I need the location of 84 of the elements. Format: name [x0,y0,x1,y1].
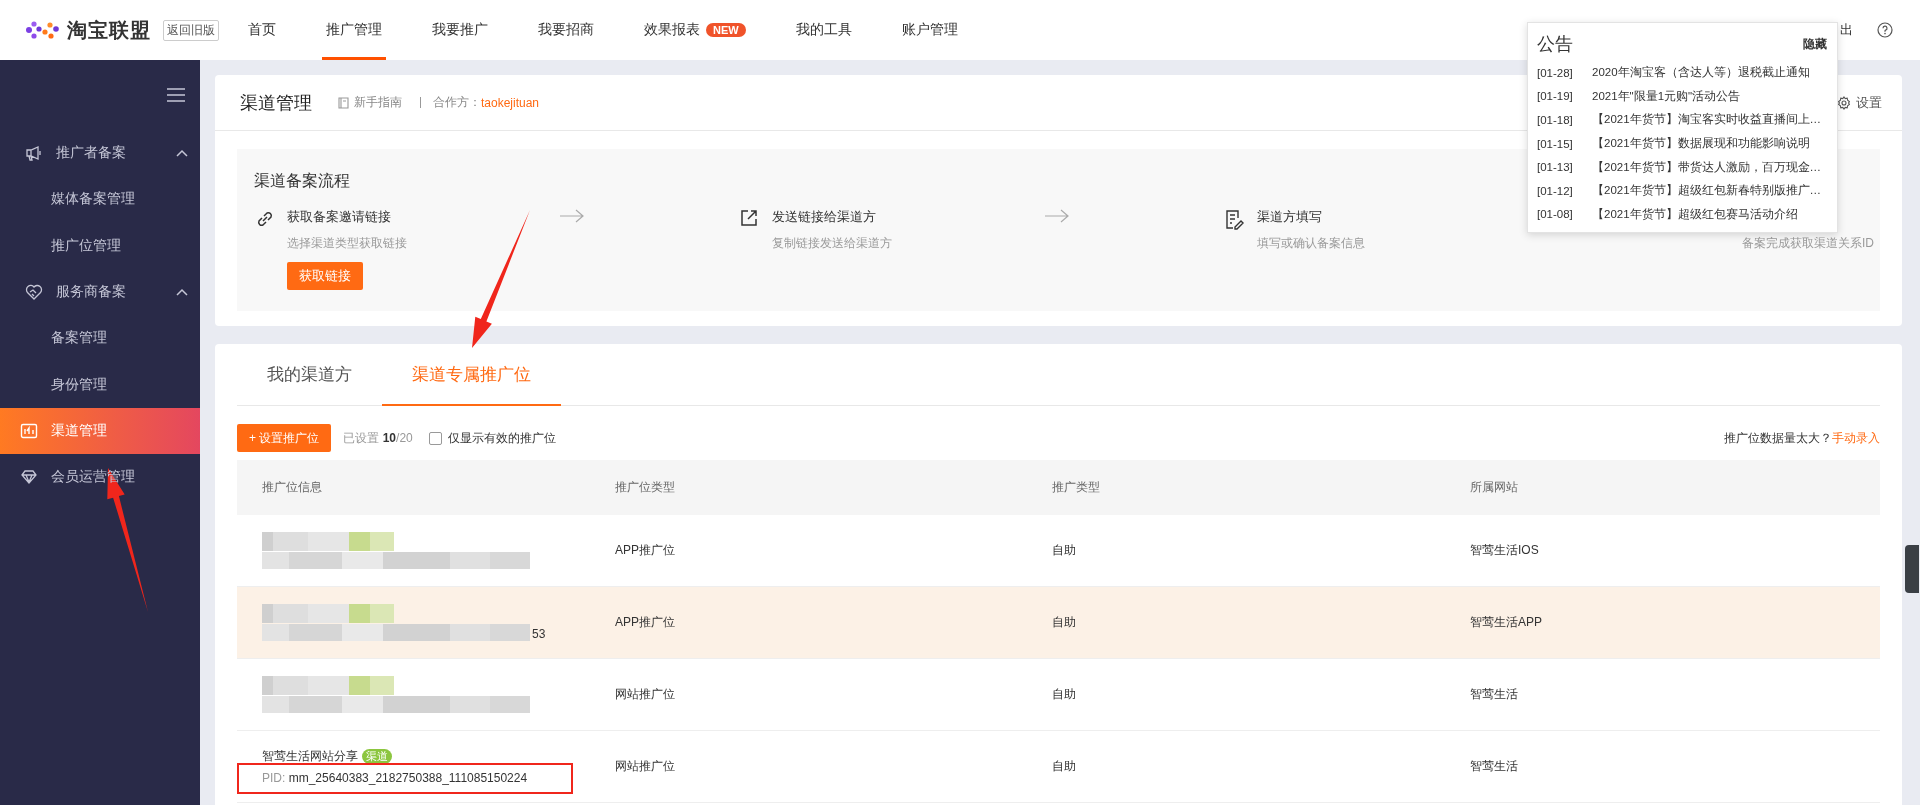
page-title: 渠道管理 [240,91,312,115]
table-cell-text: 智莺生活 [1469,758,1519,775]
notice-date: [01-28] [1537,66,1574,79]
notice-link[interactable]: 2020年淘宝客（含达人等）退税截止通知 [1592,65,1810,81]
table-cell-text: 智莺生活APP [1469,614,1543,631]
table-cell-text: 网站推广位 [614,686,676,703]
guide-link[interactable]: 新手指南 [338,94,402,111]
nav-tab[interactable]: 账户管理 [897,0,962,60]
handshake-heart-icon [25,283,43,302]
table-cell-text: 自助 [1051,542,1077,559]
nav-tab[interactable]: 首页 [244,0,280,60]
notice-link[interactable]: 【2021年货节】超级红包新春特别版推广… [1592,183,1822,199]
checkbox[interactable] [428,431,442,445]
pid-label: PID: [262,771,286,785]
column-header: 推广类型 [1051,479,1101,496]
help-icon[interactable] [1877,22,1893,38]
sidebar-item[interactable]: 媒体备案管理 [0,176,200,223]
nav-tab[interactable]: 我要推广 [428,0,492,60]
step-description: 备案完成获取渠道关系ID [1742,235,1874,252]
partner-name: taokejituan [481,95,540,110]
hide-link[interactable]: 隐藏 [1803,35,1827,53]
sidebar-item[interactable]: 备案管理 [0,315,200,362]
nav-tab[interactable]: 效果报表 NEW [640,0,750,60]
table-cell-text: 智莺生活IOS [1469,542,1540,559]
notice-link[interactable]: 2021年"限量1元购"活动公告 [1592,88,1741,104]
column-header: 所属网站 [1469,479,1519,496]
flow-title: 渠道备案流程 [254,171,350,191]
logo-text: 淘宝联盟 [67,17,151,43]
slot-name: 智莺生活网站分享 [262,748,358,765]
logo-icon[interactable] [25,20,61,40]
notice-link[interactable]: 【2021年货节】带货达人激励，百万现金… [1592,159,1822,175]
notice-date: [01-18] [1537,114,1574,126]
settings-icon [1837,95,1851,110]
table-cell-text: APP推广位 [614,542,676,559]
notice-date: [01-13] [1537,161,1574,174]
notice-link[interactable]: 【2021年货节】淘宝客实时收益直播间上… [1592,112,1822,128]
arrow-right-icon [1044,208,1070,224]
step-title: 渠道方填写 [1257,209,1322,226]
tab[interactable]: 我的渠道方 [237,344,382,406]
notice-link[interactable]: 【2021年货节】超级红包赛马活动介绍 [1592,206,1798,222]
checkbox-label[interactable]: 仅显示有效的推广位 [447,429,556,447]
sidebar-item[interactable]: 身份管理 [0,361,200,408]
step-description: 复制链接发送给渠道方 [772,235,892,252]
table-cell-text: 自助 [1051,686,1077,703]
quota-text: 已设置 10/20 [343,429,413,447]
book-icon [338,96,349,109]
column-header: 推广位信息 [261,479,323,496]
megaphone-icon [25,144,43,163]
sidebar-group[interactable]: 推广者备案 [0,130,200,177]
nav-tab[interactable]: 推广管理 [322,0,386,60]
step-title: 发送链接给渠道方 [772,209,876,226]
form-edit-icon [1224,208,1244,230]
arrow-right-icon [559,208,585,224]
hint-text: 推广位数据量太大？ [1724,429,1832,447]
column-header: 推广位类型 [614,479,676,496]
nav-tab[interactable]: 我的工具 [791,0,856,60]
notice-date: [01-19] [1537,90,1574,103]
floating-toolbar-handle[interactable] [1905,545,1919,593]
new-badge: NEW [706,23,746,37]
sidebar-item[interactable]: 推广位管理 [0,222,200,269]
chart-box-icon [20,421,38,440]
sidebar-group[interactable]: 服务商备案 [0,268,200,316]
notice-date: [01-12] [1537,184,1574,197]
table-cell-text: 自助 [1051,614,1077,631]
notice-date: [01-15] [1537,137,1574,150]
menu-icon[interactable] [167,88,185,102]
text-fragment: 53 [532,627,546,641]
table-cell-text: 智莺生活 [1469,686,1519,703]
notice-date: [01-08] [1537,208,1574,221]
partner-label: 合作方： [433,94,481,111]
step-description: 填写或确认备案信息 [1257,235,1365,252]
old-version-link[interactable]: 返回旧版 [163,19,219,41]
notice-link[interactable]: 【2021年货节】数据展现和功能影响说明 [1592,136,1810,152]
table-cell-text: 网站推广位 [614,758,676,775]
settings-link[interactable]: 设置 [1837,93,1882,112]
pid-value: mm_25640383_2182750388_111085150224 [288,771,528,785]
table-cell-text: APP推广位 [614,614,676,631]
share-icon [739,208,759,228]
notice-title: 公告 [1537,33,1573,56]
nav-tab[interactable]: 我要招商 [534,0,598,60]
step-description: 选择渠道类型获取链接 [287,235,407,252]
step-title: 获取备案邀请链接 [287,209,391,226]
logout-link[interactable]: 出 [1840,21,1853,39]
table-cell-text: 自助 [1051,758,1077,775]
